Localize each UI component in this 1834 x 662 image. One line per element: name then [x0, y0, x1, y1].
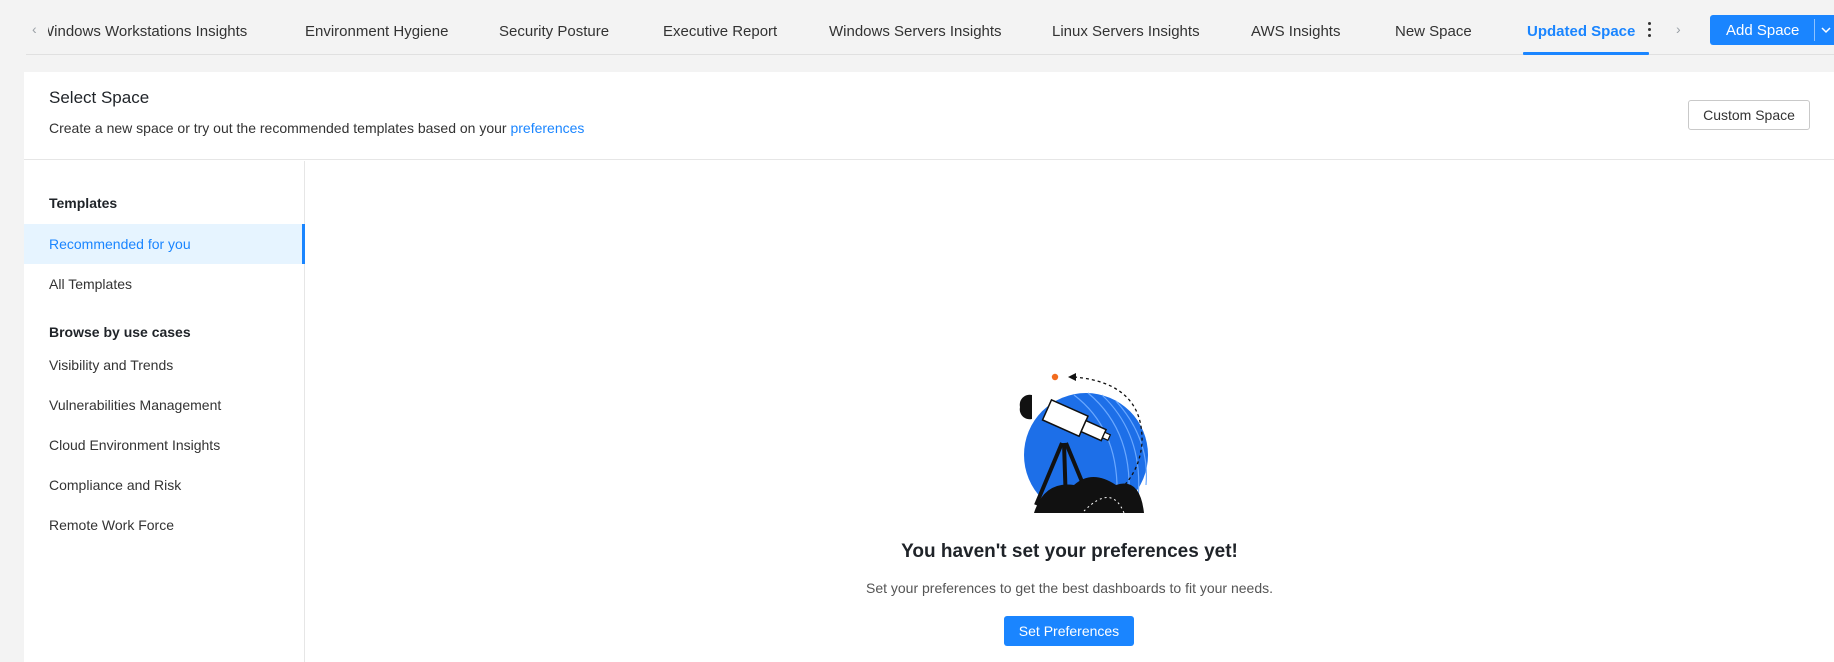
sidebar-item-visibility-trends[interactable]: Visibility and Trends [24, 345, 305, 385]
space-tab-bar: ‹ Windows Workstations Insights Environm… [26, 0, 1834, 55]
add-space-divider [1814, 19, 1815, 41]
custom-space-button[interactable]: Custom Space [1688, 100, 1810, 130]
templates-heading: Templates [49, 195, 118, 211]
kebab-menu-icon[interactable] [1646, 22, 1652, 38]
add-space-label: Add Space [1726, 21, 1800, 39]
chevron-down-icon[interactable] [1820, 22, 1832, 38]
sidebar-item-remote-work-force[interactable]: Remote Work Force [24, 505, 305, 545]
sidebar-item-recommended[interactable]: Recommended for you [24, 224, 305, 264]
use-cases-heading: Browse by use cases [49, 324, 191, 340]
templates-sidebar: Templates Recommended for you All Templa… [24, 161, 305, 662]
sidebar-item-vulnerabilities-management[interactable]: Vulnerabilities Management [24, 385, 305, 425]
empty-state-title: You haven't set your preferences yet! [901, 541, 1238, 562]
tab-updated-space[interactable]: Updated Space [1527, 23, 1635, 41]
empty-state: You haven't set your preferences yet! Se… [305, 161, 1834, 662]
tab-executive-report[interactable]: Executive Report [663, 23, 777, 41]
set-preferences-button[interactable]: Set Preferences [1004, 616, 1134, 646]
tab-windows-servers-insights[interactable]: Windows Servers Insights [829, 23, 1002, 41]
panel-header: Select Space Create a new space or try o… [24, 72, 1834, 160]
active-tab-indicator [1523, 52, 1649, 55]
tab-environment-hygiene[interactable]: Environment Hygiene [305, 23, 448, 41]
tab-security-posture[interactable]: Security Posture [499, 23, 609, 41]
sidebar-item-all-templates[interactable]: All Templates [24, 264, 305, 304]
tab-windows-workstations-insights[interactable]: Windows Workstations Insights [48, 23, 247, 41]
sidebar-item-cloud-environment-insights[interactable]: Cloud Environment Insights [24, 425, 305, 465]
panel-title: Select Space [49, 88, 150, 107]
sidebar-item-compliance-risk[interactable]: Compliance and Risk [24, 465, 305, 505]
select-space-panel: Select Space Create a new space or try o… [24, 72, 1834, 662]
tab-new-space[interactable]: New Space [1395, 23, 1472, 41]
panel-subtitle-text: Create a new space or try out the recomm… [49, 120, 507, 136]
empty-state-subtitle: Set your preferences to get the best das… [865, 580, 1274, 596]
tab-aws-insights[interactable]: AWS Insights [1251, 23, 1340, 41]
chevron-left-icon[interactable]: ‹ [32, 22, 37, 36]
add-space-button[interactable]: Add Space [1710, 15, 1834, 45]
chevron-right-icon[interactable]: › [1676, 22, 1681, 36]
panel-subtitle: Create a new space or try out the recomm… [49, 120, 584, 136]
telescope-illustration [1019, 373, 1148, 513]
preferences-link[interactable]: preferences [510, 120, 584, 136]
tab-linux-servers-insights[interactable]: Linux Servers Insights [1052, 23, 1200, 41]
